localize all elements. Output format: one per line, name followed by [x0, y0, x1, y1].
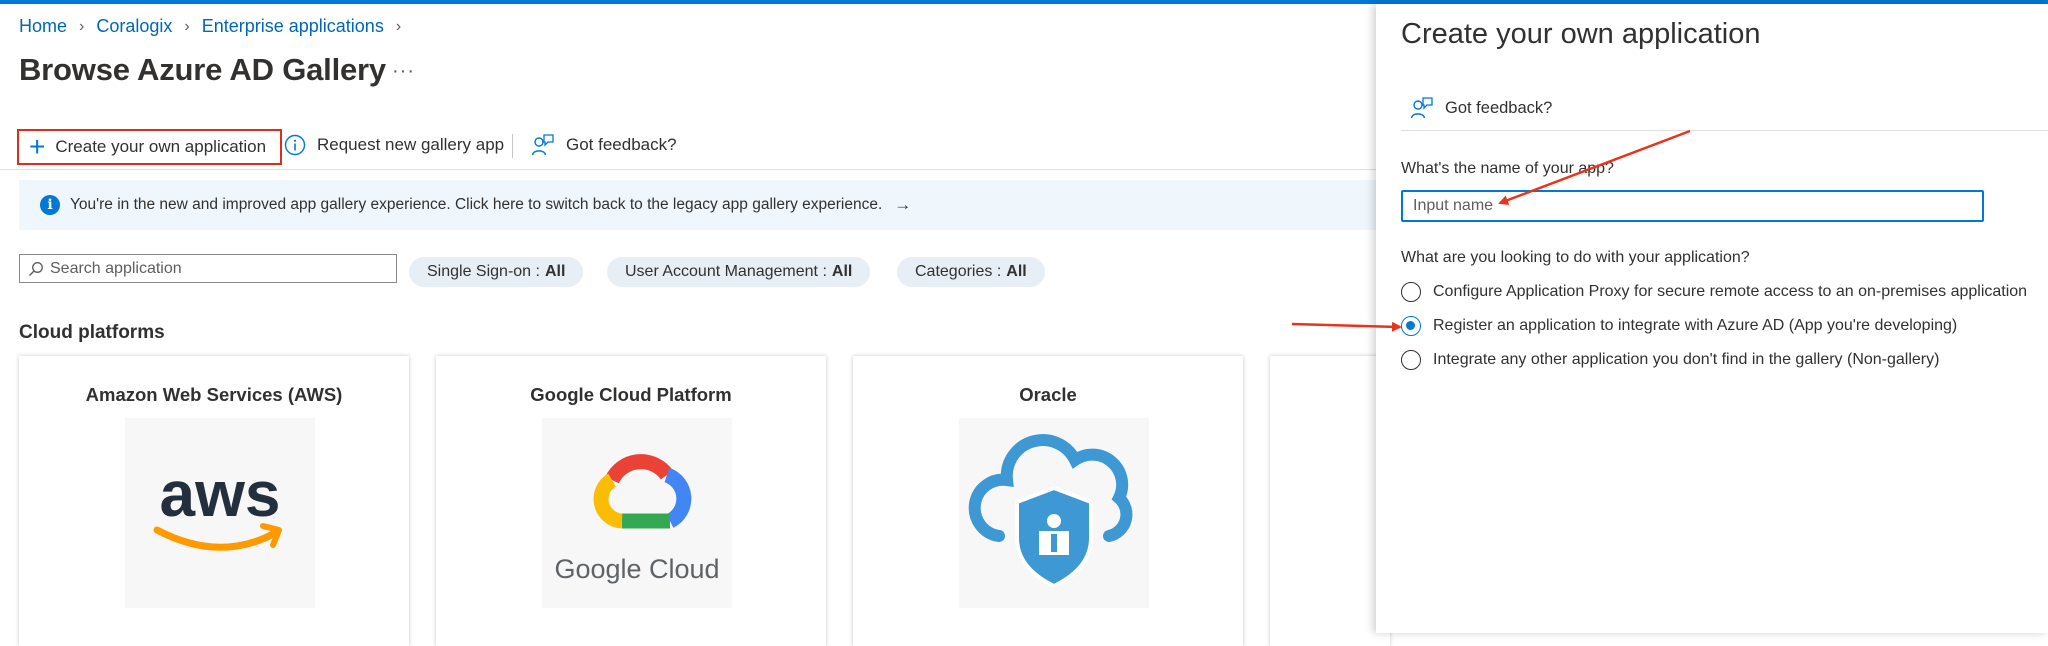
option-non-gallery[interactable]: Integrate any other application you don'… — [1401, 350, 1939, 370]
filter-label: Single Sign-on : — [427, 263, 540, 280]
gallery-page: Home › Coralogix › Enterprise applicatio… — [0, 4, 1390, 646]
more-options-button[interactable]: ··· — [392, 60, 415, 83]
chevron-right-icon: › — [184, 17, 190, 35]
filter-label: Categories : — [915, 263, 1002, 280]
got-feedback-button[interactable]: Got feedback? — [531, 128, 677, 162]
radio-unchecked-icon[interactable] — [1401, 350, 1421, 370]
breadcrumb: Home › Coralogix › Enterprise applicatio… — [19, 16, 413, 37]
filter-value: All — [544, 263, 566, 280]
info-icon: i — [40, 195, 60, 215]
create-own-application-button[interactable]: + Create your own application — [17, 129, 283, 165]
option-label: Register an application to integrate wit… — [1433, 317, 1958, 334]
aws-logo: aws — [125, 418, 315, 608]
oracle-cloud-shield-logo — [959, 418, 1149, 608]
radio-unchecked-icon[interactable] — [1401, 282, 1421, 302]
app-card-title: Google Cloud Platform — [530, 384, 732, 405]
filter-user-account-management[interactable]: User Account Management : All — [607, 257, 871, 287]
option-label: Integrate any other application you don'… — [1433, 351, 1940, 368]
option-application-proxy[interactable]: Configure Application Proxy for secure r… — [1401, 282, 2027, 302]
purpose-label: What are you looking to do with your app… — [1401, 249, 1750, 266]
radio-checked-icon[interactable] — [1401, 316, 1421, 336]
command-bar: + Create your own application Request ne… — [0, 128, 1376, 170]
app-card-oracle[interactable]: Oracle — [853, 356, 1243, 646]
request-gallery-app-button[interactable]: Request new gallery app — [284, 128, 504, 162]
filter-label: User Account Management : — [625, 263, 827, 280]
create-application-panel: Create your own application Got feedback… — [1376, 4, 2048, 633]
filter-categories[interactable]: Categories : All — [897, 257, 1045, 287]
toolbar-divider-line — [0, 169, 1376, 170]
panel-feedback-label: Got feedback? — [1445, 98, 1553, 117]
panel-got-feedback-button[interactable]: Got feedback? — [1410, 96, 1552, 120]
app-card-title: Oracle — [1019, 384, 1077, 405]
breadcrumb-coralogix[interactable]: Coralogix — [96, 16, 172, 37]
app-name-label: What's the name of your app? — [1401, 160, 1614, 177]
request-gallery-app-label: Request new gallery app — [317, 135, 505, 154]
google-cloud-logo-text: Google Cloud — [554, 554, 719, 584]
search-icon — [29, 261, 43, 276]
search-box[interactable]: Search application — [19, 254, 397, 283]
option-register-application[interactable]: Register an application to integrate wit… — [1401, 316, 1957, 336]
feedback-person-icon — [1410, 97, 1433, 119]
page-title: Browse Azure AD Gallery — [19, 52, 386, 87]
create-own-application-label: Create your own application — [55, 137, 267, 156]
chevron-right-icon: › — [395, 17, 402, 35]
filter-value: All — [1006, 263, 1027, 280]
app-card-google-cloud[interactable]: Google Cloud Platform Google Cloud — [436, 356, 826, 646]
breadcrumb-enterprise-applications[interactable]: Enterprise applications — [202, 16, 384, 37]
app-name-input[interactable] — [1401, 190, 1984, 222]
panel-title: Create your own application — [1401, 18, 1761, 50]
panel-divider — [1401, 130, 2048, 131]
google-cloud-logo: Google Cloud — [542, 418, 732, 608]
feedback-person-icon — [531, 134, 554, 156]
plus-icon: + — [29, 131, 46, 162]
banner-text: You're in the new and improved app galle… — [70, 196, 883, 213]
search-placeholder: Search application — [50, 259, 182, 277]
app-card-aws[interactable]: Amazon Web Services (AWS) aws — [19, 356, 409, 646]
app-card-partial[interactable] — [1270, 356, 1390, 646]
info-icon — [284, 134, 306, 156]
got-feedback-label: Got feedback? — [566, 135, 677, 154]
filter-value: All — [831, 263, 853, 280]
arrow-right-icon: → — [894, 195, 912, 214]
filter-single-sign-on[interactable]: Single Sign-on : All — [409, 257, 584, 287]
section-title-cloud-platforms: Cloud platforms — [19, 322, 165, 343]
app-card-title: Amazon Web Services (AWS) — [85, 384, 343, 405]
legacy-experience-banner[interactable]: i You're in the new and improved app gal… — [19, 180, 1376, 230]
breadcrumb-home[interactable]: Home — [19, 16, 67, 37]
aws-logo-text: aws — [160, 458, 281, 530]
chevron-right-icon: › — [79, 17, 85, 35]
toolbar-divider — [512, 134, 513, 158]
option-label: Configure Application Proxy for secure r… — [1433, 283, 2028, 300]
